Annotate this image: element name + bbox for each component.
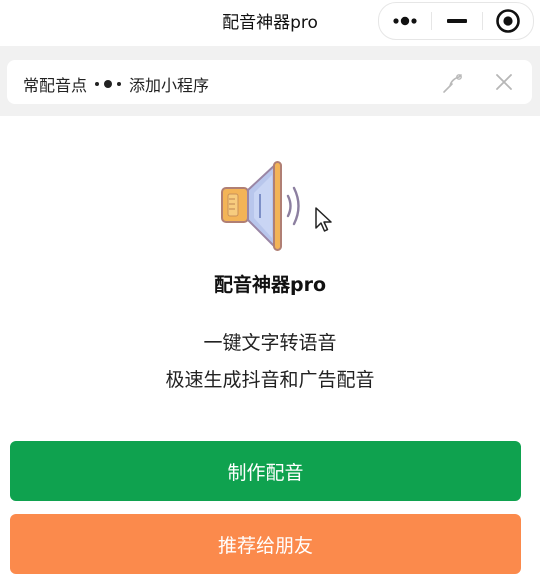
- recommend-to-friends-button[interactable]: 推荐给朋友: [10, 514, 521, 574]
- banner-text-after: 添加小程序: [129, 76, 210, 95]
- make-dubbing-button[interactable]: 制作配音: [10, 441, 521, 501]
- close-miniprogram-button[interactable]: [483, 3, 533, 39]
- tagline-line-2: 极速生成抖音和广告配音: [165, 369, 375, 391]
- pin-icon: [443, 74, 462, 93]
- record-close-icon: [496, 9, 520, 33]
- capsule-menu: [378, 2, 534, 40]
- more-dots-icon: [95, 80, 122, 88]
- close-icon[interactable]: [491, 69, 517, 95]
- mini-program-screen: 配音神器pro 常配音点 添加小程序 配音神器pro 一键文字转语音 极速生成抖…: [0, 0, 540, 577]
- banner-text-before: 常配音点: [23, 76, 88, 95]
- minimize-icon: [447, 19, 467, 23]
- banner-text: 常配音点 添加小程序: [23, 72, 209, 96]
- minimize-button[interactable]: [432, 3, 482, 39]
- tagline-line-1: 一键文字转语音: [203, 332, 337, 354]
- app-name: 配音神器pro: [213, 274, 327, 296]
- title-bar: 配音神器pro: [0, 0, 540, 46]
- mouse-cursor-icon: [315, 207, 332, 232]
- speaker-volume-icon: [221, 161, 300, 251]
- add-miniprogram-banner[interactable]: 常配音点 添加小程序: [7, 60, 532, 104]
- more-button[interactable]: [379, 3, 431, 39]
- banner-area: 常配音点 添加小程序: [0, 46, 540, 116]
- more-dots-icon: [393, 16, 417, 26]
